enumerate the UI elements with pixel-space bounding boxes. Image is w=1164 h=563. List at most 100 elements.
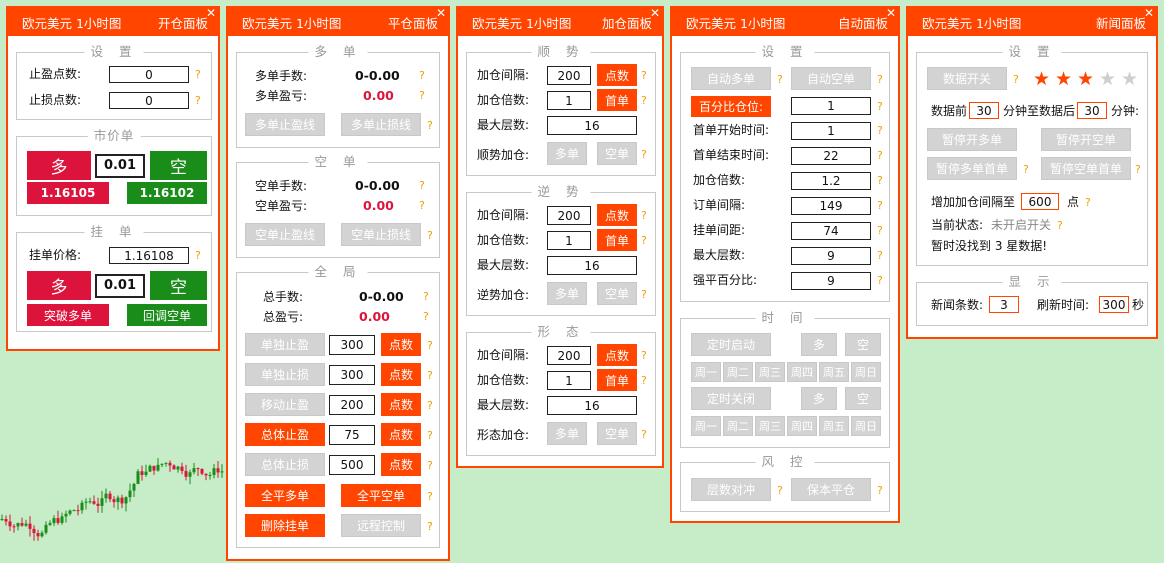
points-unit-button[interactable]: 点数	[381, 393, 421, 416]
star-icon[interactable]: ★	[1055, 69, 1072, 89]
add-long-button[interactable]: 多单	[547, 422, 587, 445]
auto-field-input[interactable]: 149	[791, 197, 871, 215]
help-icon[interactable]: ?	[1057, 219, 1063, 233]
ask-price[interactable]: 1.16102	[127, 182, 207, 204]
weekday-toggle[interactable]: 周日	[851, 416, 881, 436]
breakout-buy-button[interactable]: 突破多单	[27, 304, 109, 326]
first-order-button[interactable]: 首单	[597, 229, 637, 251]
data-switch-button[interactable]: 数据开关	[927, 67, 1007, 90]
timer-stop-short[interactable]: 空	[845, 387, 881, 410]
pause-short-first-button[interactable]: 暂停空单首单	[1041, 157, 1131, 180]
lot-input[interactable]: 0.01	[95, 154, 145, 178]
help-icon[interactable]: ?	[419, 69, 425, 83]
help-icon[interactable]: ?	[641, 148, 647, 162]
help-icon[interactable]: ?	[877, 224, 883, 238]
short-sl-line-button[interactable]: 空单止损线	[341, 223, 421, 246]
help-icon[interactable]: ?	[641, 349, 647, 363]
multiplier-input[interactable]: 1	[547, 91, 591, 110]
add-short-button[interactable]: 空单	[597, 422, 637, 445]
star-icon[interactable]: ★	[1033, 69, 1050, 89]
pending-buy-button[interactable]: 多	[27, 271, 91, 300]
multiplier-input[interactable]: 1	[547, 231, 591, 250]
help-icon[interactable]: ?	[427, 229, 433, 243]
auto-field-input[interactable]: 1	[791, 122, 871, 140]
auto-long-button[interactable]: 自动多单	[691, 67, 771, 90]
auto-field-input[interactable]: 22	[791, 147, 871, 165]
weekday-toggle[interactable]: 周一	[691, 416, 721, 436]
delete-pending-button[interactable]: 删除挂单	[245, 514, 325, 537]
help-icon[interactable]: ?	[427, 399, 433, 413]
news-count-input[interactable]: 3	[989, 296, 1019, 313]
sell-button[interactable]: 空	[150, 151, 207, 180]
weekday-toggle[interactable]: 周五	[819, 362, 849, 382]
help-icon[interactable]: ?	[427, 459, 433, 473]
percent-position-button[interactable]: 百分比仓位:	[691, 96, 771, 117]
close-all-short-button[interactable]: 全平空单	[341, 484, 421, 507]
help-icon[interactable]: ?	[1085, 196, 1091, 210]
bid-price[interactable]: 1.16105	[27, 182, 109, 204]
close-all-long-button[interactable]: 全平多单	[245, 484, 325, 507]
increase-input[interactable]: 600	[1021, 193, 1059, 210]
auto-field-input[interactable]: 74	[791, 222, 871, 240]
help-icon[interactable]: ?	[641, 209, 647, 223]
percent-position-input[interactable]: 1	[791, 97, 871, 115]
after-input[interactable]: 30	[1077, 102, 1107, 119]
points-unit-button[interactable]: 点数	[381, 423, 421, 446]
interval-input[interactable]: 200	[547, 66, 591, 85]
add-short-button[interactable]: 空单	[597, 282, 637, 305]
help-icon[interactable]: ?	[877, 274, 883, 288]
help-icon[interactable]: ?	[641, 288, 647, 302]
max-layers-input[interactable]: 16	[547, 116, 637, 135]
close-icon[interactable]: ✕	[650, 7, 660, 19]
help-icon[interactable]: ?	[877, 149, 883, 163]
points-unit-button[interactable]: 点数	[597, 64, 637, 86]
help-icon[interactable]: ?	[641, 94, 647, 108]
close-icon[interactable]: ✕	[1144, 7, 1154, 19]
auto-field-input[interactable]: 1.2	[791, 172, 871, 190]
close-icon[interactable]: ✕	[886, 7, 896, 19]
before-input[interactable]: 30	[969, 102, 999, 119]
pullback-sell-button[interactable]: 回调空单	[127, 304, 207, 326]
help-icon[interactable]: ?	[419, 179, 425, 193]
help-icon[interactable]: ?	[641, 374, 647, 388]
layer-hedge-button[interactable]: 层数对冲	[691, 478, 771, 501]
weekday-toggle[interactable]: 周三	[755, 362, 785, 382]
max-layers-input[interactable]: 16	[547, 256, 637, 275]
close-rule-button[interactable]: 总体止盈	[245, 423, 325, 446]
help-icon[interactable]: ?	[419, 89, 425, 103]
help-icon[interactable]: ?	[1023, 163, 1029, 177]
close-rule-button[interactable]: 移动止盈	[245, 393, 325, 416]
pending-price-input[interactable]: 1.16108	[109, 247, 189, 264]
long-sl-line-button[interactable]: 多单止损线	[341, 113, 421, 136]
first-order-button[interactable]: 首单	[597, 89, 637, 111]
pending-sell-button[interactable]: 空	[150, 271, 207, 300]
help-icon[interactable]: ?	[1135, 163, 1141, 177]
pause-long-first-button[interactable]: 暂停多单首单	[927, 157, 1017, 180]
close-rule-button[interactable]: 单独止盈	[245, 333, 325, 356]
weekday-toggle[interactable]: 周三	[755, 416, 785, 436]
help-icon[interactable]: ?	[777, 73, 783, 87]
points-unit-button[interactable]: 点数	[597, 204, 637, 226]
pending-lot-input[interactable]: 0.01	[95, 274, 145, 298]
breakeven-close-button[interactable]: 保本平仓	[791, 478, 871, 501]
help-icon[interactable]: ?	[427, 339, 433, 353]
help-icon[interactable]: ?	[877, 199, 883, 213]
help-icon[interactable]: ?	[641, 428, 647, 442]
close-icon[interactable]: ✕	[206, 7, 216, 19]
help-icon[interactable]: ?	[427, 490, 433, 504]
interval-input[interactable]: 200	[547, 206, 591, 225]
max-layers-input[interactable]: 16	[547, 396, 637, 415]
close-rule-button[interactable]: 单独止损	[245, 363, 325, 386]
help-icon[interactable]: ?	[195, 68, 201, 82]
help-icon[interactable]: ?	[877, 100, 883, 114]
close-icon[interactable]: ✕	[436, 7, 446, 19]
pause-long-button[interactable]: 暂停开多单	[927, 128, 1017, 151]
help-icon[interactable]: ?	[427, 520, 433, 534]
multiplier-input[interactable]: 1	[547, 371, 591, 390]
star-icon[interactable]: ★	[1077, 69, 1094, 89]
help-icon[interactable]: ?	[427, 369, 433, 383]
help-icon[interactable]: ?	[195, 249, 201, 263]
points-unit-button[interactable]: 点数	[381, 363, 421, 386]
timer-stop-button[interactable]: 定时关闭	[691, 387, 771, 410]
points-unit-button[interactable]: 点数	[597, 344, 637, 366]
